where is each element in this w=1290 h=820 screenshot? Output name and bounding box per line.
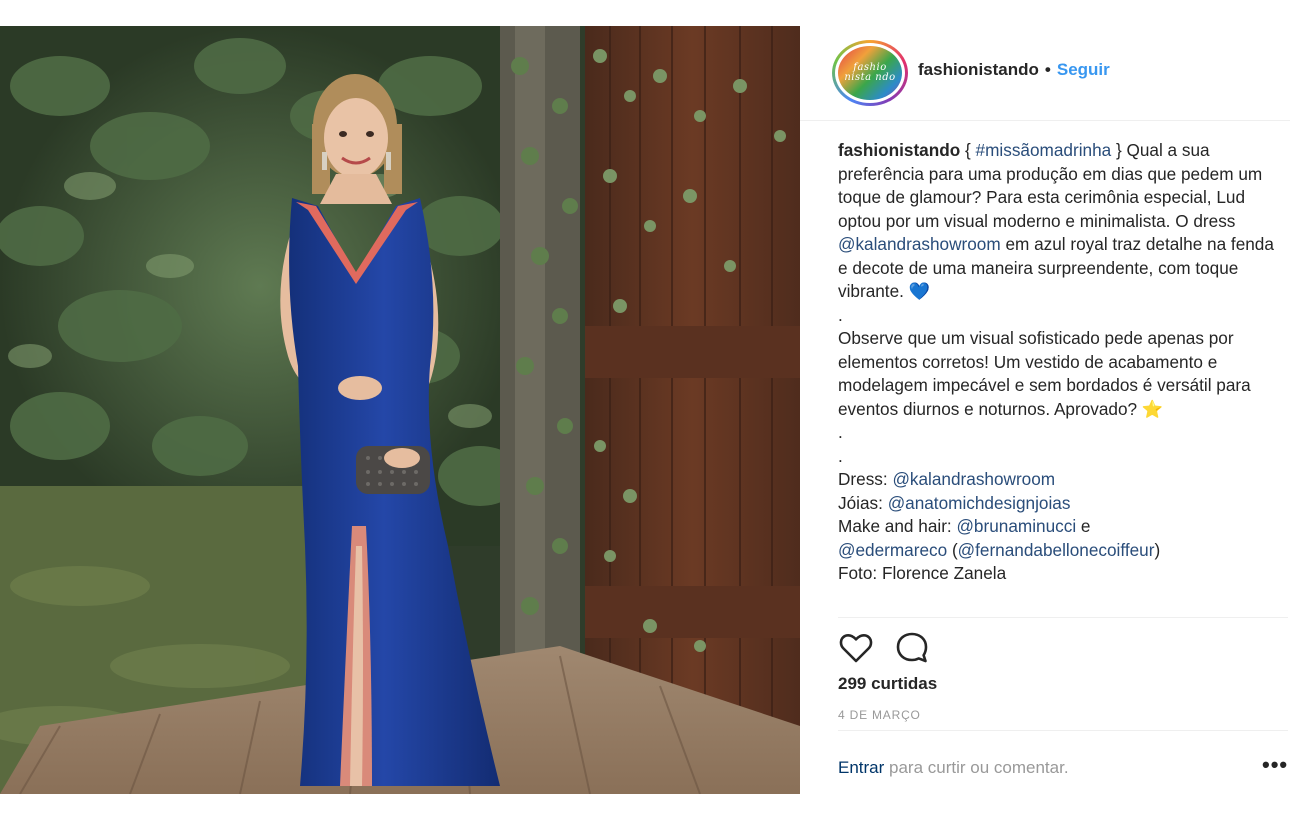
heart-outline-icon[interactable]: [838, 630, 874, 666]
star-emoji-icon: ⭐: [1141, 398, 1164, 419]
post-header: fashio nista ndo fashionistando • Seguir: [800, 26, 1290, 121]
likes-count[interactable]: 299 curtidas: [838, 674, 937, 694]
caption-text-3: Observe que um visual sofisticado pede a…: [838, 328, 1251, 419]
caption-foto-line: Foto: Florence Zanela: [838, 563, 1007, 583]
header-separator: •: [1044, 60, 1051, 79]
divider: [838, 730, 1288, 731]
caption-brace-open: {: [960, 140, 976, 160]
caption-make-line-2: @edermareco (@fernandabellonecoiffeur): [838, 539, 1278, 563]
speech-bubble-icon[interactable]: [894, 630, 930, 666]
caption-dress-label: Dress:: [838, 469, 893, 489]
caption-jewels-line: Jóias: @anatomichdesignjoias: [838, 492, 1278, 516]
post-sidebar: fashio nista ndo fashionistando • Seguir…: [800, 26, 1290, 794]
caption-dot-1: .: [838, 304, 843, 325]
caption-paragraph-2: Observe que um visual sofisticado pede a…: [838, 327, 1278, 421]
caption-make-mention[interactable]: @brunaminucci: [956, 516, 1076, 536]
login-link[interactable]: Entrar: [838, 758, 884, 777]
avatar-logo: fashio nista ndo: [838, 46, 902, 100]
caption-make-mention-2[interactable]: @edermareco: [838, 540, 947, 560]
caption: fashionistando { #missãomadrinha } Qual …: [838, 139, 1278, 617]
comment-prompt: para curtir ou comentar.: [884, 758, 1069, 777]
avatar-ring: fashio nista ndo: [835, 43, 905, 103]
divider: [838, 617, 1288, 618]
caption-make-and: e: [1076, 516, 1091, 536]
caption-paragraph-1: fashionistando { #missãomadrinha } Qual …: [838, 139, 1278, 304]
caption-username[interactable]: fashionistando: [838, 140, 960, 160]
more-options-icon[interactable]: •••: [1262, 752, 1288, 778]
follow-button[interactable]: Seguir: [1057, 60, 1110, 80]
caption-dress-line: Dress: @kalandrashowroom: [838, 468, 1278, 492]
caption-hashtag[interactable]: #missãomadrinha: [976, 140, 1112, 160]
caption-make-label: Make and hair:: [838, 516, 957, 536]
action-bar: [838, 630, 930, 666]
avatar[interactable]: fashio nista ndo: [832, 40, 908, 106]
blue-heart-emoji-icon: 💙: [908, 281, 931, 301]
header-user-row: fashionistando • Seguir: [918, 60, 1110, 80]
comment-bar: Entrar para curtir ou comentar.: [838, 758, 1069, 778]
post-photo[interactable]: [0, 26, 800, 794]
caption-mention-kalandra[interactable]: @kalandrashowroom: [838, 234, 1001, 254]
caption-dot-2: .: [838, 422, 843, 442]
caption-make-line: Make and hair: @brunaminucci e: [838, 515, 1278, 539]
caption-paren-close: ): [1154, 539, 1161, 560]
post-date[interactable]: 4 DE MARÇO: [838, 708, 921, 722]
caption-jewels-mention[interactable]: @anatomichdesignjoias: [888, 493, 1071, 513]
post-image: [0, 26, 800, 794]
caption-paren-open: (: [947, 539, 958, 560]
caption-jewels-label: Jóias:: [838, 492, 888, 513]
caption-dot-3: .: [838, 445, 843, 466]
caption-make-mention-3[interactable]: @fernandabellonecoiffeur: [958, 540, 1155, 560]
caption-dress-mention[interactable]: @kalandrashowroom: [892, 469, 1055, 489]
header-username[interactable]: fashionistando: [918, 60, 1039, 80]
